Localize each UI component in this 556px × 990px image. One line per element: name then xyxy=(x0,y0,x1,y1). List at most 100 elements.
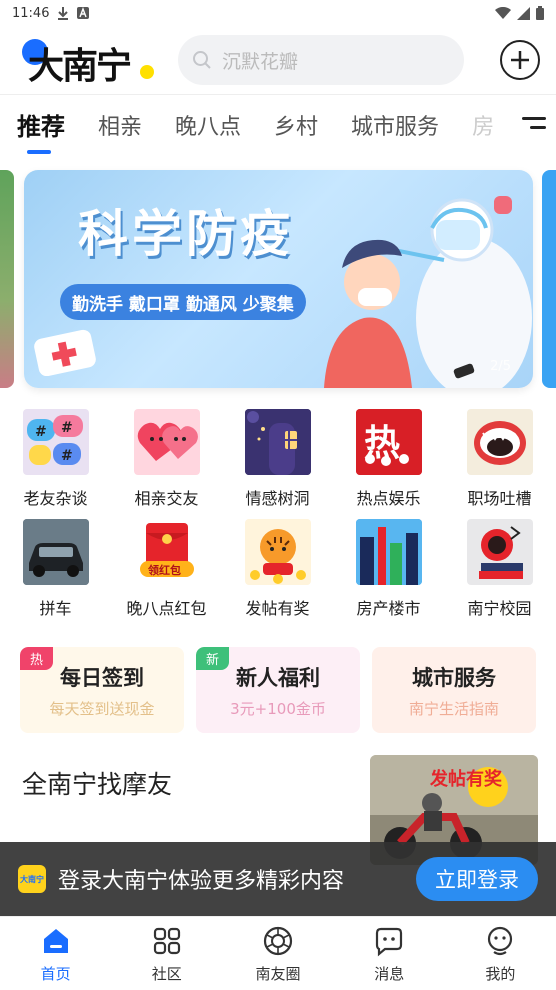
banner-page-indicator: 2/5 xyxy=(490,359,511,374)
nav-label: 社区 xyxy=(151,965,182,983)
nav-label: 首页 xyxy=(40,965,71,983)
svg-text:领红包: 领红包 xyxy=(147,563,181,577)
battery-icon xyxy=(536,6,544,20)
channel-hongbao[interactable]: 领红包 晚八点红包 xyxy=(111,519,222,629)
newcomer-benefit-card[interactable]: 新 新人福利 3元+100金币 xyxy=(196,647,360,733)
tab-recommend[interactable]: 推荐 xyxy=(17,107,65,154)
channel-label: 热点娱乐 xyxy=(356,489,421,508)
login-button[interactable]: 立即登录 xyxy=(416,857,538,901)
channel-label: 职场吐槽 xyxy=(467,489,532,508)
channel-fatie[interactable]: 发帖有奖 xyxy=(222,519,333,629)
wifi-icon xyxy=(495,6,511,19)
card-title: 新人福利 xyxy=(236,665,320,690)
channel-redian[interactable]: 热 热点娱乐 xyxy=(333,409,444,519)
nav-home[interactable]: 首页 xyxy=(0,917,111,990)
nav-profile[interactable]: 我的 xyxy=(445,917,556,990)
login-prompt-text: 登录大南宁体验更多精彩内容 xyxy=(58,869,345,894)
tab-8pm[interactable]: 晚八点 xyxy=(175,109,241,141)
tree-hollow-icon xyxy=(244,409,311,475)
feature-cards: 热 每日签到 每天签到送现金 新 新人福利 3元+100金币 城市服务 南宁生活… xyxy=(0,629,556,733)
first-aid-kit-icon xyxy=(34,329,96,376)
campus-books-icon xyxy=(466,519,533,585)
hot-badge: 热 xyxy=(20,647,54,670)
hearts-icon xyxy=(133,409,200,475)
banner-prev-slide[interactable] xyxy=(0,170,14,388)
download-icon xyxy=(58,6,69,20)
shouting-mouth-icon xyxy=(466,409,533,475)
home-icon xyxy=(43,929,68,953)
channel-label: 发帖有奖 xyxy=(245,599,310,618)
tab-village[interactable]: 乡村 xyxy=(274,109,318,141)
channel-label: 老友杂谈 xyxy=(23,489,88,508)
banner-next-slide[interactable] xyxy=(542,170,556,388)
banner-title: 科学防疫 xyxy=(78,205,294,263)
banner-carousel[interactable]: 科学防疫 勤洗手 戴口罩 勤通风 少聚集 2/5 xyxy=(0,170,556,405)
card-title: 每日签到 xyxy=(60,665,144,690)
channel-label: 南宁校园 xyxy=(467,599,532,618)
channel-label: 晚八点红包 xyxy=(126,599,207,618)
channel-grid: # # # 老友杂谈 相亲交友 情感树洞 热 热点娱乐 职场吐槽 拼车 领红包 xyxy=(0,405,556,629)
channel-fangchan[interactable]: 房产楼市 xyxy=(333,519,444,629)
city-service-card[interactable]: 城市服务 南宁生活指南 xyxy=(372,647,536,733)
hot-news-icon: 热 xyxy=(355,409,422,475)
svg-text:#: # xyxy=(35,424,47,440)
nav-messages[interactable]: 消息 xyxy=(334,917,445,990)
banner-slide[interactable]: 科学防疫 勤洗手 戴口罩 勤通风 少聚集 2/5 xyxy=(24,170,533,388)
nav-community[interactable]: 社区 xyxy=(111,917,222,990)
tab-house[interactable]: 房 xyxy=(472,109,494,141)
channel-xiaoyuan[interactable]: 南宁校园 xyxy=(444,519,555,629)
nucleic-test-illustration xyxy=(324,196,532,388)
tab-dating[interactable]: 相亲 xyxy=(98,109,142,141)
car-icon xyxy=(22,519,89,585)
svg-text:#: # xyxy=(61,420,73,436)
clock: 11:46 xyxy=(12,5,50,21)
aperture-icon xyxy=(263,926,293,956)
chat-bubbles-icon: # # # xyxy=(22,409,89,475)
channel-label: 情感树洞 xyxy=(245,489,310,508)
red-envelope-icon: 领红包 xyxy=(133,519,200,585)
status-bar: 11:46 xyxy=(0,0,556,26)
bottom-nav: 首页 社区 南友圈 消息 我的 xyxy=(0,916,556,990)
card-subtitle: 3元+100金币 xyxy=(230,699,326,718)
search-input[interactable]: 沉默花瓣 xyxy=(178,35,464,85)
channel-label: 拼车 xyxy=(39,599,72,618)
channel-label: 相亲交友 xyxy=(134,489,199,508)
daily-checkin-card[interactable]: 热 每日签到 每天签到送现金 xyxy=(20,647,184,733)
tab-city-service[interactable]: 城市服务 xyxy=(351,109,439,141)
svg-text:发帖有奖: 发帖有奖 xyxy=(429,768,503,790)
signal-icon xyxy=(517,6,530,20)
app-logo-small: 大南宁 xyxy=(18,865,46,893)
card-title: 城市服务 xyxy=(412,665,496,690)
card-subtitle: 南宁生活指南 xyxy=(408,699,499,718)
plus-icon xyxy=(511,51,529,69)
new-badge: 新 xyxy=(196,647,230,670)
app-logo: 大南宁 xyxy=(22,35,154,87)
channel-label: 房产楼市 xyxy=(356,599,421,618)
nav-nanyou-circle[interactable]: 南友圈 xyxy=(222,917,333,990)
channel-pinche[interactable]: 拼车 xyxy=(0,519,111,629)
menu-icon[interactable] xyxy=(522,117,546,135)
profile-icon xyxy=(488,926,513,956)
feed-title: 全南宁找摩友 xyxy=(22,770,173,799)
tiger-reward-icon xyxy=(244,519,311,585)
channel-xiangqin[interactable]: 相亲交友 xyxy=(111,409,222,519)
channel-shudong[interactable]: 情感树洞 xyxy=(222,409,333,519)
banner-subtitle: 勤洗手 戴口罩 勤通风 少聚集 xyxy=(60,284,306,320)
channel-laoyou[interactable]: # # # 老友杂谈 xyxy=(0,409,111,519)
nav-label: 南友圈 xyxy=(255,965,301,983)
notification-a-icon xyxy=(77,7,90,19)
add-button[interactable] xyxy=(500,40,540,80)
svg-text:#: # xyxy=(61,448,73,464)
category-tabs: 推荐 相亲 晚八点 乡村 城市服务 房 xyxy=(0,94,556,154)
channel-zhichang[interactable]: 职场吐槽 xyxy=(444,409,555,519)
login-prompt-bar: 大南宁 登录大南宁体验更多精彩内容 立即登录 xyxy=(0,842,556,916)
search-placeholder: 沉默花瓣 xyxy=(222,50,299,73)
card-subtitle: 每天签到送现金 xyxy=(49,699,155,718)
message-icon xyxy=(376,927,403,957)
search-icon xyxy=(193,51,211,69)
app-header: 大南宁 沉默花瓣 xyxy=(0,26,556,94)
nav-label: 我的 xyxy=(485,965,516,983)
grid-icon xyxy=(153,927,180,955)
buildings-icon xyxy=(355,519,422,585)
nav-label: 消息 xyxy=(374,965,405,983)
